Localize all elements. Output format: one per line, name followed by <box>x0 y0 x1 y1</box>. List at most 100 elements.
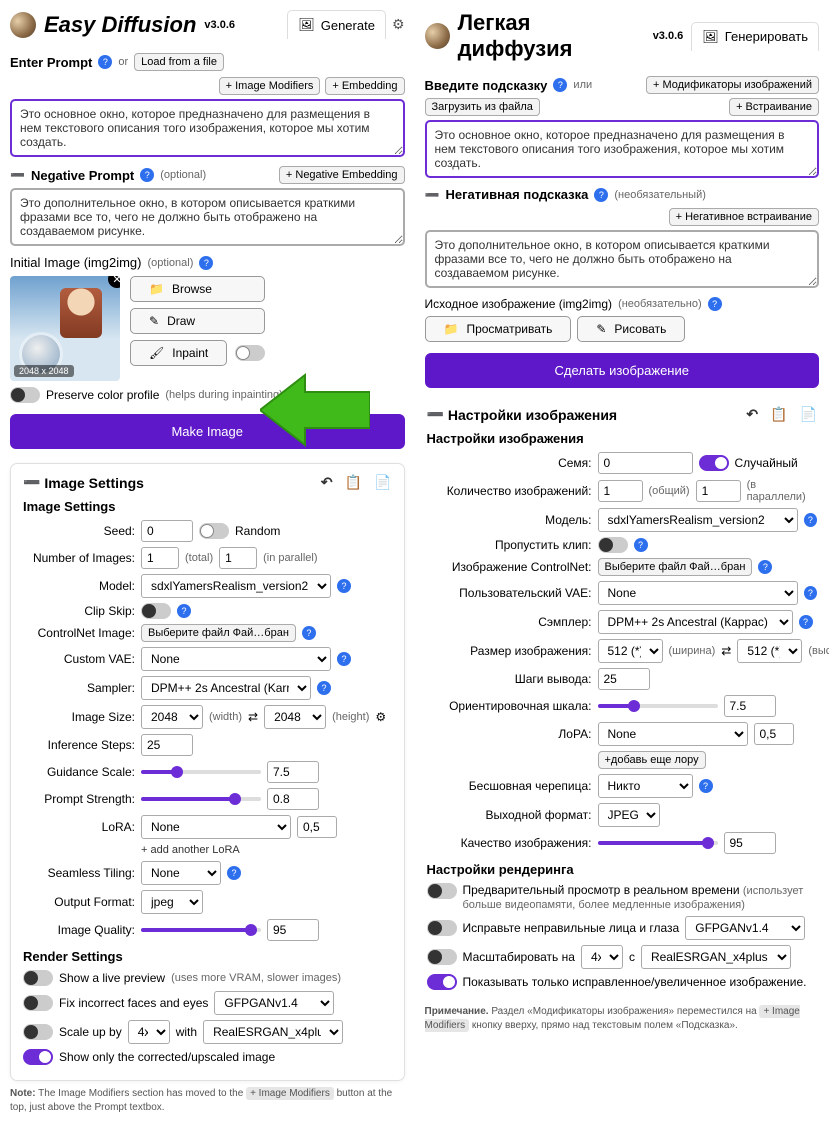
prompt-input[interactable]: Это основное окно, которое предназначено… <box>425 120 820 178</box>
parallel-input[interactable] <box>696 480 741 502</box>
lora-weight-input[interactable] <box>297 816 337 838</box>
upscale-model-select[interactable]: RealESRGAN_x4plus <box>641 945 791 969</box>
gscale-slider[interactable] <box>598 704 718 708</box>
clipboard-icon[interactable]: 📋 <box>770 406 787 423</box>
load-file-button[interactable]: Загрузить из файла <box>425 98 540 116</box>
parallel-input[interactable] <box>219 547 257 569</box>
live-preview-toggle[interactable] <box>427 883 457 899</box>
paste-icon[interactable]: 📄 <box>374 474 391 491</box>
lora-select[interactable]: None <box>141 815 291 839</box>
help-icon[interactable]: ? <box>804 513 817 527</box>
inpaint-button[interactable]: 🖌Inpaint <box>130 340 227 366</box>
tiling-select[interactable]: Никто <box>598 774 693 798</box>
negative-prompt-input[interactable]: Это дополнительное окно, в котором описы… <box>425 230 820 288</box>
format-select[interactable]: JPEG <box>598 803 660 827</box>
height-select[interactable]: 2048 <box>264 705 326 729</box>
help-icon[interactable]: ? <box>302 626 316 640</box>
clipskip-toggle[interactable] <box>598 537 628 553</box>
help-icon[interactable]: ? <box>317 681 331 695</box>
embedding-button[interactable]: + Встраивание <box>729 98 819 116</box>
neg-embedding-button[interactable]: + Negative Embedding <box>279 166 405 184</box>
collapse-icon[interactable]: ➖ <box>427 406 444 423</box>
vae-select[interactable]: None <box>141 647 331 671</box>
model-select[interactable]: sdxlYamersRealism_version2 <box>598 508 798 532</box>
load-file-button[interactable]: Load from a file <box>134 53 224 71</box>
browse-button[interactable]: 📁Просматривать <box>425 316 572 342</box>
add-lora-button[interactable]: +добавь еще лору <box>598 751 706 769</box>
total-input[interactable] <box>141 547 179 569</box>
initial-image-preview[interactable]: 2048 x 2048 ✕ <box>10 276 120 381</box>
help-icon[interactable]: ? <box>758 560 772 574</box>
prompt-input[interactable]: Это основное окно, которое предназначено… <box>10 99 405 157</box>
help-icon[interactable]: ? <box>199 256 213 270</box>
live-preview-toggle[interactable] <box>23 970 53 986</box>
upscale-toggle[interactable] <box>427 949 457 965</box>
fix-faces-toggle[interactable] <box>23 995 53 1011</box>
help-icon[interactable]: ? <box>708 297 722 311</box>
sampler-select[interactable]: DPM++ 2s Ancestral (Каррас) <box>598 610 793 634</box>
gscale-input[interactable] <box>724 695 776 717</box>
quality-slider[interactable] <box>598 841 718 845</box>
random-toggle[interactable] <box>699 455 729 471</box>
pstrength-slider[interactable] <box>141 797 261 801</box>
clipboard-icon[interactable]: 📋 <box>345 474 362 491</box>
random-toggle[interactable] <box>199 523 229 539</box>
vae-select[interactable]: None <box>598 581 798 605</box>
lora-select[interactable]: None <box>598 722 748 746</box>
make-image-button[interactable]: Сделать изображение <box>425 353 820 388</box>
close-icon[interactable]: ✕ <box>108 276 120 288</box>
controlnet-file-button[interactable]: Выберите файл Фай…бран <box>598 558 753 576</box>
preserve-color-toggle[interactable] <box>10 387 40 403</box>
seed-input[interactable] <box>141 520 193 542</box>
add-lora-link[interactable]: + add another LoRA <box>141 844 240 856</box>
help-icon[interactable]: ? <box>177 604 191 618</box>
format-select[interactable]: jpeg <box>141 890 203 914</box>
swap-icon[interactable]: ⇄ <box>721 644 731 658</box>
help-icon[interactable]: ? <box>140 168 154 182</box>
help-icon[interactable]: ? <box>337 579 351 593</box>
upscale-factor-select[interactable]: 4x <box>128 1020 170 1044</box>
fix-faces-select[interactable]: GFPGANv1.4 <box>685 916 805 940</box>
gear-icon[interactable]: ⚙ <box>392 16 405 33</box>
collapse-icon[interactable]: ➖ <box>425 188 440 202</box>
width-select[interactable]: 512 (*) <box>598 639 663 663</box>
negative-prompt-input[interactable]: Это дополнительное окно, в котором описы… <box>10 188 405 246</box>
gscale-slider[interactable] <box>141 770 261 774</box>
help-icon[interactable]: ? <box>594 188 608 202</box>
image-modifiers-button[interactable]: + Модификаторы изображений <box>646 76 819 94</box>
undo-icon[interactable]: ↶ <box>321 474 333 491</box>
quality-slider[interactable] <box>141 928 261 932</box>
quality-input[interactable] <box>267 919 319 941</box>
fix-faces-select[interactable]: GFPGANv1.4 <box>214 991 334 1015</box>
make-image-button[interactable]: Make Image <box>10 414 405 449</box>
help-icon[interactable]: ? <box>98 55 112 69</box>
collapse-icon[interactable]: ➖ <box>23 474 40 491</box>
neg-embedding-button[interactable]: + Негативное встраивание <box>669 208 819 226</box>
collapse-icon[interactable]: ➖ <box>10 168 25 182</box>
pstrength-input[interactable] <box>267 788 319 810</box>
width-select[interactable]: 2048 <box>141 705 203 729</box>
seed-input[interactable] <box>598 452 693 474</box>
quality-input[interactable] <box>724 832 776 854</box>
only-corrected-toggle[interactable] <box>427 974 457 990</box>
fix-faces-toggle[interactable] <box>427 920 457 936</box>
paste-icon[interactable]: 📄 <box>800 406 817 423</box>
image-modifiers-button[interactable]: + Image Modifiers <box>219 77 321 95</box>
upscale-factor-select[interactable]: 4x <box>581 945 623 969</box>
controlnet-file-button[interactable]: Выберите файл Фай…бран <box>141 624 296 642</box>
help-icon[interactable]: ? <box>227 866 241 880</box>
draw-button[interactable]: ✎Рисовать <box>577 316 685 342</box>
help-icon[interactable]: ? <box>553 78 567 92</box>
help-icon[interactable]: ? <box>699 779 713 793</box>
lora-weight-input[interactable] <box>754 723 794 745</box>
total-input[interactable] <box>598 480 643 502</box>
undo-icon[interactable]: ↶ <box>746 406 758 423</box>
steps-input[interactable] <box>141 734 193 756</box>
settings-icon[interactable]: ⚙ <box>375 710 386 724</box>
upscale-model-select[interactable]: RealESRGAN_x4plus <box>203 1020 343 1044</box>
tiling-select[interactable]: None <box>141 861 221 885</box>
swap-icon[interactable]: ⇄ <box>248 710 258 724</box>
steps-input[interactable] <box>598 668 650 690</box>
draw-button[interactable]: ✎Draw <box>130 308 265 334</box>
inpaint-toggle[interactable] <box>235 345 265 361</box>
